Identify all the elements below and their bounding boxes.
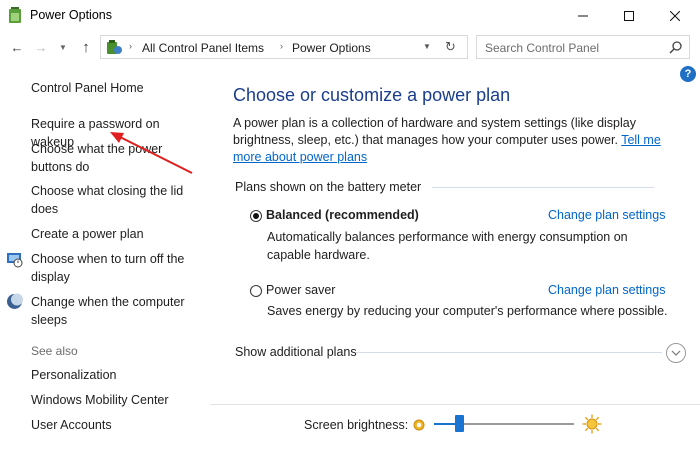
intro-text: A power plan is a collection of hardware… bbox=[233, 116, 636, 147]
sidebar-link-personalization[interactable]: Personalization bbox=[31, 367, 206, 385]
window-title: Power Options bbox=[30, 8, 112, 22]
breadcrumb-power-options[interactable]: Power Options bbox=[292, 41, 371, 55]
battery-app-icon bbox=[9, 7, 21, 23]
section-divider bbox=[432, 187, 654, 188]
control-panel-icon bbox=[107, 40, 122, 54]
search-placeholder: Search Control Panel bbox=[485, 41, 600, 55]
close-button[interactable] bbox=[652, 0, 698, 31]
recent-locations-chevron-icon[interactable]: ▼ bbox=[56, 39, 70, 55]
sidebar-link-power-buttons[interactable]: Choose what the power buttons do bbox=[31, 141, 181, 176]
footer-divider bbox=[210, 404, 700, 405]
search-input[interactable]: Search Control Panel bbox=[476, 35, 690, 59]
navigation-bar: ← → ▼ ↑ › All Control Panel Items › Powe… bbox=[0, 31, 700, 63]
plan-description-power-saver: Saves energy by reducing your computer's… bbox=[267, 304, 668, 318]
address-dropdown-icon[interactable]: ▼ bbox=[423, 42, 431, 51]
title-bar: Power Options bbox=[0, 0, 700, 31]
back-arrow-icon[interactable]: ← bbox=[8, 39, 26, 55]
maximize-icon bbox=[624, 10, 634, 21]
plan-description-balanced: Automatically balances performance with … bbox=[267, 230, 628, 262]
change-plan-settings-power-saver[interactable]: Change plan settings bbox=[548, 283, 665, 297]
plan-name-balanced[interactable]: Balanced (recommended) bbox=[266, 208, 419, 222]
expand-additional-plans-button[interactable] bbox=[666, 343, 686, 363]
breadcrumb-chevron-icon[interactable]: › bbox=[280, 41, 283, 51]
intro-paragraph: A power plan is a collection of hardware… bbox=[233, 115, 673, 166]
sidebar-link-mobility-center[interactable]: Windows Mobility Center bbox=[31, 392, 206, 410]
main-panel: Choose or customize a power plan A power… bbox=[210, 63, 700, 450]
sidebar-link-closing-lid[interactable]: Choose what closing the lid does bbox=[31, 183, 191, 218]
radio-balanced[interactable] bbox=[250, 210, 262, 222]
minimize-button[interactable] bbox=[560, 0, 606, 31]
sleep-moon-icon bbox=[7, 293, 23, 309]
forward-arrow-icon[interactable]: → bbox=[32, 39, 50, 55]
radio-power-saver[interactable] bbox=[250, 285, 262, 297]
close-icon bbox=[670, 10, 680, 21]
search-icon[interactable] bbox=[669, 40, 683, 54]
maximize-button[interactable] bbox=[606, 0, 652, 31]
sidebar-link-create-plan[interactable]: Create a power plan bbox=[31, 226, 206, 244]
breadcrumb-chevron-icon[interactable]: › bbox=[129, 41, 132, 51]
minimize-icon bbox=[578, 15, 588, 16]
sidebar: Control Panel Home Require a password on… bbox=[0, 63, 210, 450]
brightness-low-icon bbox=[413, 419, 425, 431]
screen-brightness-label: Screen brightness: bbox=[304, 418, 409, 432]
up-arrow-icon[interactable]: ↑ bbox=[76, 39, 96, 56]
control-panel-home-link[interactable]: Control Panel Home bbox=[31, 80, 206, 98]
sidebar-link-user-accounts[interactable]: User Accounts bbox=[31, 417, 206, 435]
display-timer-icon bbox=[7, 253, 23, 268]
see-also-label: See also bbox=[31, 344, 78, 358]
show-additional-plans-label[interactable]: Show additional plans bbox=[235, 345, 357, 359]
plan-name-power-saver[interactable]: Power saver bbox=[266, 283, 335, 297]
change-plan-settings-balanced[interactable]: Change plan settings bbox=[548, 208, 665, 222]
refresh-icon[interactable]: ↻ bbox=[445, 39, 456, 55]
chevron-down-icon bbox=[671, 350, 681, 356]
breadcrumb-all-control-panel-items[interactable]: All Control Panel Items bbox=[142, 41, 264, 55]
sidebar-link-turn-off-display[interactable]: Choose when to turn off the display bbox=[31, 251, 196, 286]
brightness-slider-thumb[interactable] bbox=[454, 415, 464, 432]
sidebar-link-computer-sleeps[interactable]: Change when the computer sleeps bbox=[31, 294, 196, 329]
plans-section-heading: Plans shown on the battery meter bbox=[235, 180, 422, 194]
address-bar[interactable]: › All Control Panel Items › Power Option… bbox=[100, 35, 468, 59]
additional-plans-divider bbox=[356, 352, 662, 353]
page-title: Choose or customize a power plan bbox=[233, 85, 511, 105]
brightness-high-icon bbox=[582, 414, 602, 434]
